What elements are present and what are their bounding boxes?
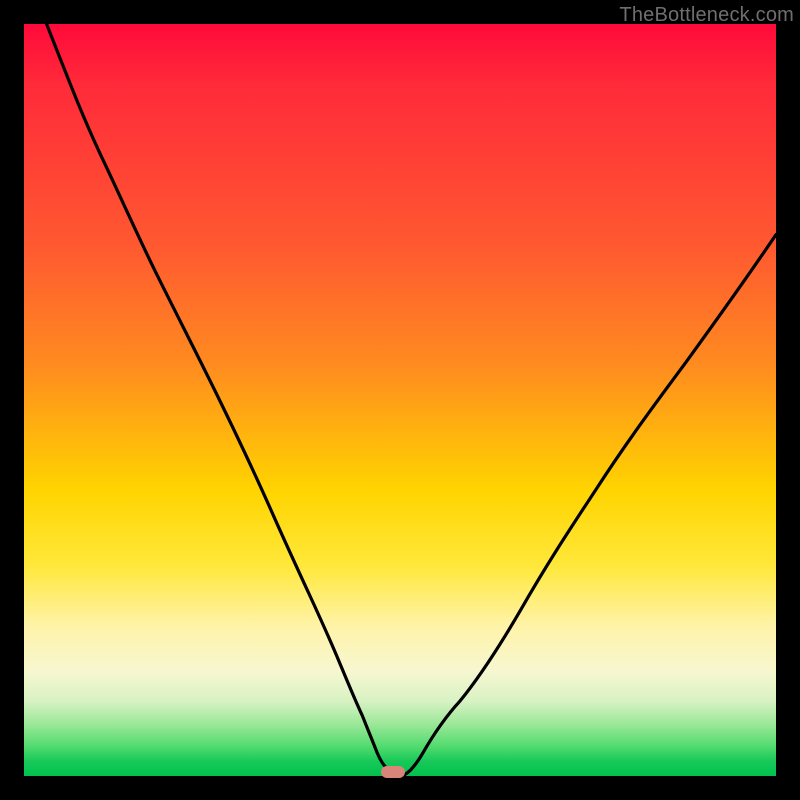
curve-path [47, 24, 776, 776]
min-marker [381, 766, 405, 778]
watermark-text: TheBottleneck.com [619, 4, 794, 27]
chart-stage: TheBottleneck.com [0, 0, 800, 800]
plot-area [24, 24, 776, 776]
bottleneck-curve [24, 24, 776, 776]
